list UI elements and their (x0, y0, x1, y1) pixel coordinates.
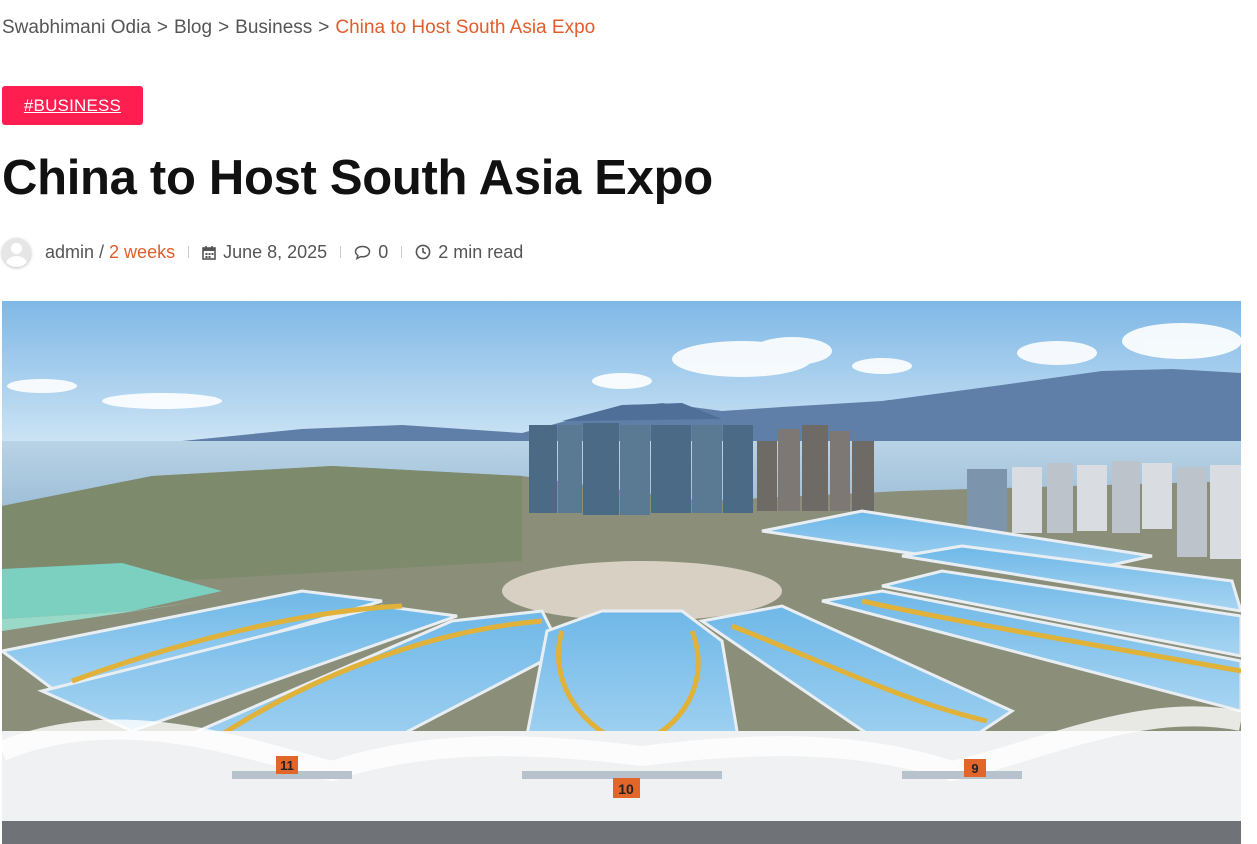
hall-number-label: 10 (618, 781, 634, 797)
breadcrumb-separator: > (156, 17, 169, 38)
clock-icon (415, 244, 431, 260)
relative-time: 2 weeks (109, 241, 176, 262)
breadcrumb-current: China to Host South Asia Expo (335, 17, 596, 38)
hall-number-label: 11 (280, 758, 294, 773)
breadcrumb-separator: > (218, 17, 230, 38)
breadcrumb: Swabhimani Odia > Blog > Business > China to H… (2, 17, 595, 39)
category-tag-button[interactable]: #BUSINESS (2, 86, 143, 125)
meta-divider (401, 246, 403, 258)
featured-image: 11 10 9 (2, 301, 1241, 844)
read-time: 2 min read (438, 241, 524, 262)
breadcrumb-separator: > (318, 17, 330, 38)
breadcrumb-business[interactable]: Business (235, 17, 312, 38)
meta-slash: / (99, 241, 105, 262)
comment-icon[interactable] (354, 245, 371, 260)
comment-count: 0 (378, 241, 389, 262)
meta-divider (340, 246, 342, 258)
breadcrumb-blog[interactable]: Blog (174, 17, 212, 38)
post-date: June 8, 2025 (223, 241, 328, 262)
calendar-icon (202, 245, 216, 260)
hall-number-label: 9 (971, 761, 978, 776)
meta-divider (188, 246, 190, 258)
avatar[interactable] (2, 237, 31, 267)
author-link[interactable]: admin (45, 242, 94, 263)
breadcrumb-home[interactable]: Swabhimani Odia (2, 17, 151, 38)
post-meta: admin / 2 weeks June 8, 2025 0 2 min rea… (2, 236, 523, 268)
post-title: China to Host South Asia Expo (2, 151, 713, 205)
